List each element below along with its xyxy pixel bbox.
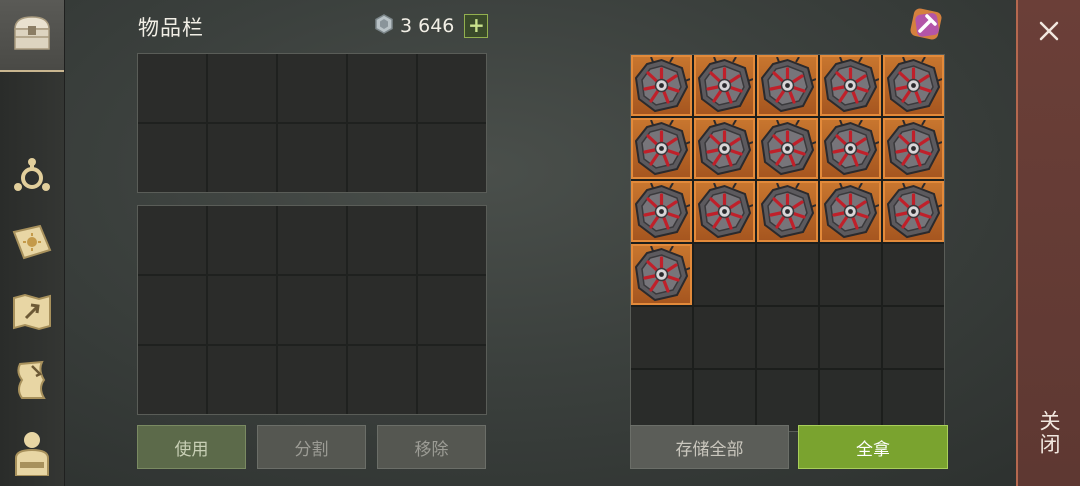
split-button[interactable]: 分割 bbox=[257, 425, 366, 469]
take-all-button[interactable]: 全拿 bbox=[798, 425, 948, 469]
spiked-shield-icon bbox=[822, 182, 880, 240]
spiked-shield-icon bbox=[759, 119, 817, 177]
loot-empty-slot[interactable] bbox=[820, 307, 881, 368]
inventory-slot[interactable] bbox=[418, 206, 486, 274]
inventory-slot[interactable] bbox=[278, 206, 346, 274]
loot-empty-slot[interactable] bbox=[883, 244, 944, 305]
inventory-grid-top bbox=[137, 53, 487, 193]
chest-icon bbox=[8, 9, 56, 57]
loot-empty-slot[interactable] bbox=[757, 307, 818, 368]
loot-empty-slot[interactable] bbox=[820, 370, 881, 431]
inventory-slot[interactable] bbox=[278, 276, 346, 344]
spiked-shield-icon bbox=[633, 182, 691, 240]
spiked-shield-icon bbox=[633, 245, 691, 303]
inventory-slot[interactable] bbox=[418, 276, 486, 344]
hammer-tool-icon[interactable] bbox=[906, 4, 946, 44]
spiked-shield-icon bbox=[885, 56, 943, 114]
spiked-shield-icon bbox=[696, 119, 754, 177]
inventory-slot[interactable] bbox=[278, 54, 346, 122]
loot-item-slot[interactable] bbox=[631, 55, 692, 116]
loot-item-slot[interactable] bbox=[757, 55, 818, 116]
loot-empty-slot[interactable] bbox=[631, 370, 692, 431]
scroll-icon[interactable] bbox=[8, 356, 56, 404]
inventory-title: 物品栏 bbox=[138, 16, 204, 40]
currency-amount: 3 646 bbox=[400, 15, 455, 37]
loot-item-slot[interactable] bbox=[694, 55, 755, 116]
loot-empty-slot[interactable] bbox=[694, 370, 755, 431]
inventory-slot[interactable] bbox=[208, 276, 276, 344]
loot-empty-slot[interactable] bbox=[820, 244, 881, 305]
inventory-grid-bottom bbox=[137, 205, 487, 415]
add-currency-button[interactable]: + bbox=[464, 14, 489, 38]
loot-item-slot[interactable] bbox=[820, 55, 881, 116]
inventory-slot[interactable] bbox=[418, 124, 486, 192]
inventory-slot[interactable] bbox=[208, 206, 276, 274]
spiked-shield-icon bbox=[696, 56, 754, 114]
spiked-shield-icon bbox=[822, 56, 880, 114]
journal-icon[interactable] bbox=[8, 218, 56, 266]
loot-empty-slot[interactable] bbox=[694, 307, 755, 368]
inventory-slot[interactable] bbox=[348, 346, 416, 414]
currency-display: 3 646 + bbox=[374, 12, 489, 40]
inventory-slot[interactable] bbox=[208, 346, 276, 414]
inventory-slot[interactable] bbox=[138, 206, 206, 274]
loot-item-slot[interactable] bbox=[631, 181, 692, 242]
spiked-shield-icon bbox=[822, 119, 880, 177]
crafting-icon[interactable] bbox=[8, 150, 56, 198]
loot-item-slot[interactable] bbox=[757, 118, 818, 179]
inventory-slot[interactable] bbox=[278, 124, 346, 192]
loot-empty-slot[interactable] bbox=[757, 244, 818, 305]
inventory-slot[interactable] bbox=[208, 124, 276, 192]
loot-item-slot[interactable] bbox=[631, 118, 692, 179]
spiked-shield-icon bbox=[885, 182, 943, 240]
close-label: 关闭 bbox=[1037, 410, 1061, 456]
loot-item-slot[interactable] bbox=[883, 118, 944, 179]
use-button[interactable]: 使用 bbox=[137, 425, 246, 469]
spiked-shield-icon bbox=[885, 119, 943, 177]
inventory-slot[interactable] bbox=[418, 346, 486, 414]
inventory-slot[interactable] bbox=[138, 124, 206, 192]
loot-empty-slot[interactable] bbox=[757, 370, 818, 431]
spiked-shield-icon bbox=[759, 182, 817, 240]
loot-item-slot[interactable] bbox=[883, 55, 944, 116]
remove-button[interactable]: 移除 bbox=[377, 425, 486, 469]
loot-item-slot[interactable] bbox=[757, 181, 818, 242]
loot-item-slot[interactable] bbox=[694, 181, 755, 242]
close-panel[interactable]: 关闭 bbox=[1016, 0, 1080, 486]
inventory-slot[interactable] bbox=[138, 276, 206, 344]
close-icon[interactable] bbox=[1036, 18, 1062, 44]
inventory-slot[interactable] bbox=[348, 54, 416, 122]
loot-item-slot[interactable] bbox=[820, 181, 881, 242]
sidebar bbox=[0, 0, 65, 486]
loot-item-slot[interactable] bbox=[694, 118, 755, 179]
inventory-slot[interactable] bbox=[208, 54, 276, 122]
spiked-shield-icon bbox=[696, 182, 754, 240]
inventory-slot[interactable] bbox=[278, 346, 346, 414]
map-icon[interactable] bbox=[8, 288, 56, 336]
loot-item-slot[interactable] bbox=[820, 118, 881, 179]
sidebar-tab-inventory[interactable] bbox=[0, 0, 64, 72]
inventory-slot[interactable] bbox=[418, 54, 486, 122]
loot-empty-slot[interactable] bbox=[694, 244, 755, 305]
loot-empty-slot[interactable] bbox=[883, 307, 944, 368]
inventory-slot[interactable] bbox=[138, 54, 206, 122]
loot-item-slot[interactable] bbox=[631, 244, 692, 305]
inventory-slot[interactable] bbox=[348, 124, 416, 192]
spiked-shield-icon bbox=[633, 119, 691, 177]
character-icon[interactable] bbox=[8, 428, 56, 476]
inventory-slot[interactable] bbox=[348, 276, 416, 344]
silver-coin-icon bbox=[374, 13, 394, 39]
spiked-shield-icon bbox=[633, 56, 691, 114]
spiked-shield-icon bbox=[759, 56, 817, 114]
loot-empty-slot[interactable] bbox=[883, 370, 944, 431]
inventory-slot[interactable] bbox=[348, 206, 416, 274]
store-all-button[interactable]: 存储全部 bbox=[630, 425, 789, 469]
loot-item-slot[interactable] bbox=[883, 181, 944, 242]
inventory-slot[interactable] bbox=[138, 346, 206, 414]
loot-empty-slot[interactable] bbox=[631, 307, 692, 368]
loot-grid bbox=[630, 54, 945, 432]
